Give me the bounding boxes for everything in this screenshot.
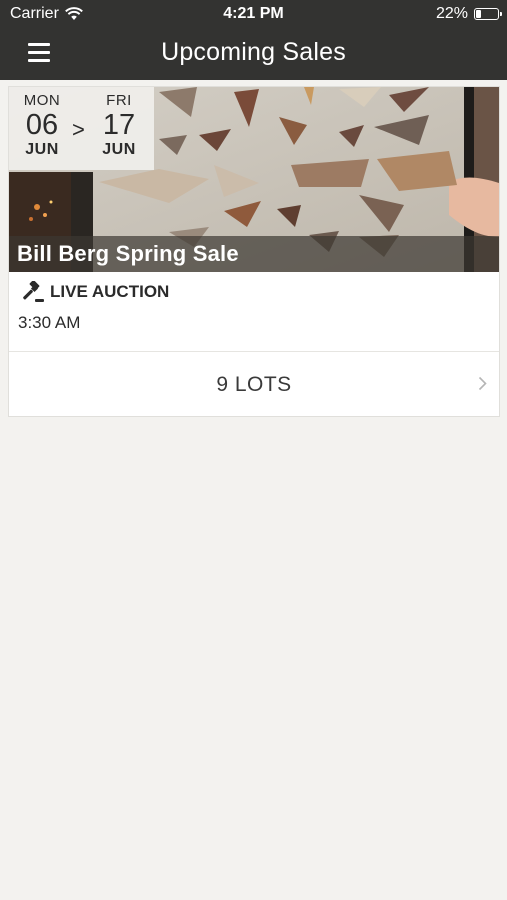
sale-hero-image[interactable]: MON 06 JUN > FRI 17 JUN Bill Berg Spring… [9,87,499,272]
start-date-day: 06 [25,109,59,141]
start-date: MON 06 JUN [12,92,72,159]
date-range-separator: > [72,117,85,142]
start-date-month: JUN [25,141,59,158]
end-date: FRI 17 JUN [89,92,149,159]
status-time: 4:21 PM [223,5,284,22]
end-date-weekday: FRI [106,92,132,109]
top-bar: Carrier 4:21 PM 22% Upcoming Sales [0,0,507,80]
battery-icon [474,8,502,20]
auction-type-label: LIVE AUCTION [50,282,170,301]
battery-percent: 22% [435,5,468,22]
gavel-icon [23,281,44,302]
end-date-month: JUN [102,141,136,158]
sale-title[interactable]: Bill Berg Spring Sale [17,241,239,267]
view-lots-button[interactable]: 9 LOTS [9,352,499,416]
navigation-bar: Upcoming Sales [0,28,507,80]
sale-card[interactable]: MON 06 JUN > FRI 17 JUN Bill Berg Spring… [8,86,500,417]
start-date-weekday: MON [23,92,61,109]
sale-title-bar: Bill Berg Spring Sale [9,236,499,272]
page-title: Upcoming Sales [161,38,346,66]
battery-fill [476,10,482,18]
sale-date-range: MON 06 JUN > FRI 17 JUN [9,87,154,170]
status-bar: Carrier 4:21 PM 22% [0,0,507,28]
chevron-right-icon [478,376,487,391]
end-date-day: 17 [102,109,136,141]
lots-count-label: 9 LOTS [216,373,292,396]
sale-start-time: 3:30 AM [18,313,81,332]
battery-indicator: 22% [435,5,502,23]
auction-type: LIVE AUCTION [21,281,169,303]
